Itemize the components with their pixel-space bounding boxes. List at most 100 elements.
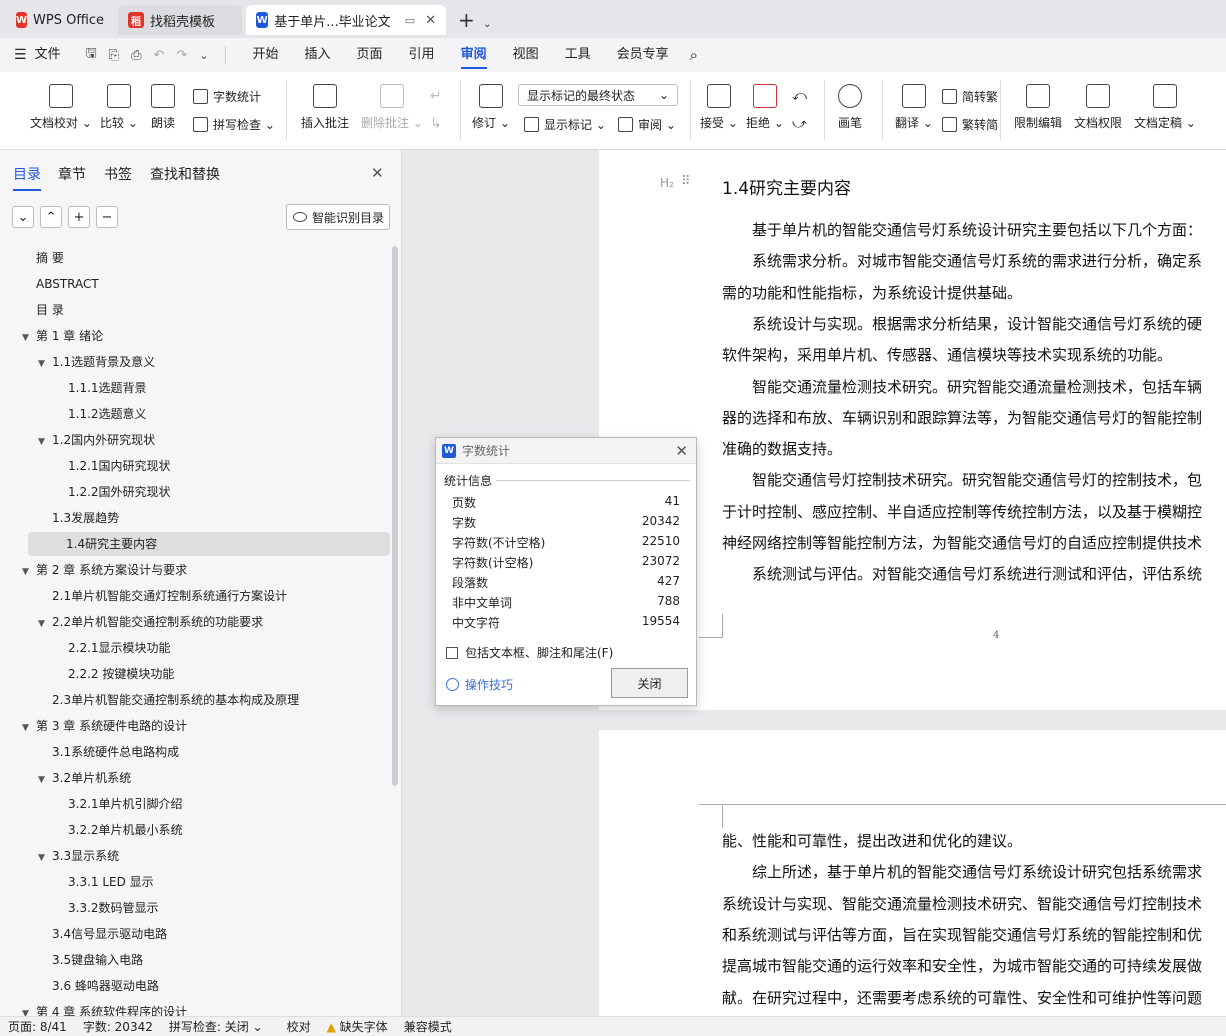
menu-home[interactable]: 开始 (240, 38, 292, 72)
menu-tools[interactable]: 工具 (552, 38, 604, 72)
review-pane-button[interactable]: 审阅 ⌄ (618, 116, 676, 133)
export-icon[interactable]: ⎘ (109, 48, 119, 63)
toc-item[interactable]: 2.1单片机智能交通灯控制系统通行方案设计 (38, 584, 287, 608)
add-heading-button[interactable]: + (68, 206, 90, 228)
insert-comment-button[interactable]: 插入批注 (301, 84, 349, 131)
doc-permission-button[interactable]: 文档权限 (1074, 84, 1122, 131)
toc-item[interactable]: ▼ 1.2国内外研究现状 (38, 428, 155, 452)
chevron-down-icon[interactable]: ⌄ (199, 49, 208, 62)
menu-view[interactable]: 视图 (500, 38, 552, 72)
smart-toc-button[interactable]: 智能识别目录 (286, 204, 390, 230)
previous-change-icon[interactable]: ⤺ (792, 88, 807, 104)
tab-docer-templates[interactable]: 稻 找稻壳模板 (118, 5, 242, 35)
toc-item[interactable]: 2.2.2 按键模块功能 (54, 662, 174, 686)
toc-item[interactable]: ▼ 3.3显示系统 (38, 844, 119, 868)
tab-toc[interactable]: 目录 (13, 164, 41, 191)
next-comment-icon[interactable]: ↳ (430, 116, 442, 132)
checkbox-box[interactable] (446, 646, 458, 659)
toc-item[interactable]: 1.3发展趋势 (38, 506, 119, 530)
toc-item[interactable]: 3.4信号显示驱动电路 (38, 922, 167, 946)
toc-item[interactable]: 摘 要 (22, 246, 64, 270)
toc-item[interactable]: ABSTRACT (22, 272, 99, 296)
toc-item[interactable]: 目 录 (22, 298, 64, 322)
tab-chapters[interactable]: 章节 (58, 164, 86, 184)
previous-comment-icon[interactable]: ↵ (430, 88, 442, 104)
chevron-down-icon[interactable]: ▼ (22, 326, 36, 350)
chevron-down-icon[interactable]: ▼ (22, 560, 36, 584)
toc-item[interactable]: 3.3.1 LED 显示 (54, 870, 154, 894)
tab-find-replace[interactable]: 查找和替换 (150, 164, 220, 184)
undo-icon[interactable]: ↶ (153, 48, 164, 63)
chevron-down-icon[interactable]: ▼ (38, 846, 52, 870)
toc-item[interactable]: 1.2.1国内研究现状 (54, 454, 171, 478)
toc-item[interactable]: 1.4研究主要内容 (28, 532, 390, 556)
toc-item[interactable]: ▼ 第 4 章 系统软件程序的设计 (22, 1000, 187, 1016)
tips-link[interactable]: 操作技巧 (446, 676, 513, 693)
save-icon[interactable]: 🖫 (86, 44, 97, 66)
toc-item[interactable]: ▼ 1.1选题背景及意义 (38, 350, 155, 374)
toc-item[interactable]: ▼ 第 2 章 系统方案设计与要求 (22, 558, 187, 582)
translate-button[interactable]: 翻译 ⌄ (895, 84, 933, 131)
remove-heading-button[interactable]: − (96, 206, 118, 228)
new-tab-button[interactable]: + ⌄ (458, 8, 492, 32)
toc-item[interactable]: 3.1系统硬件总电路构成 (38, 740, 179, 764)
doc-check-button[interactable]: 文档校对 ⌄ (30, 84, 92, 131)
toc-item[interactable]: 1.2.2国外研究现状 (54, 480, 171, 504)
toc-item[interactable]: ▼ 第 1 章 绪论 (22, 324, 103, 348)
reject-button[interactable]: 拒绝 ⌄ (746, 84, 784, 131)
compare-button[interactable]: 比较 ⌄ (100, 84, 138, 131)
menu-member[interactable]: 会员专享 (604, 38, 682, 72)
tab-bookmarks[interactable]: 书签 (104, 164, 132, 184)
drag-handle-icon[interactable]: ⠿ (681, 174, 691, 189)
chevron-down-icon[interactable]: ▼ (22, 1002, 36, 1016)
window-restore-icon[interactable]: ▭ (405, 14, 415, 27)
toc-item[interactable]: 3.2.2单片机最小系统 (54, 818, 183, 842)
redo-icon[interactable]: ↷ (176, 48, 187, 63)
toc-item[interactable]: ▼ 3.2单片机系统 (38, 766, 131, 790)
brush-button[interactable]: 画笔 (838, 84, 862, 131)
proofread-status[interactable]: 校对 (279, 1018, 319, 1035)
show-markup-button[interactable]: 显示标记 ⌄ (524, 116, 606, 133)
word-count-indicator[interactable]: 字数: 20342 (75, 1018, 161, 1035)
read-aloud-button[interactable]: 朗读 (151, 84, 175, 131)
traditional-to-simplified-button[interactable]: 繁转简 (942, 116, 998, 133)
menu-page[interactable]: 页面 (344, 38, 396, 72)
tab-wps-office[interactable]: W WPS Office (6, 5, 114, 35)
toc-item[interactable]: ▼ 2.2单片机智能交通控制系统的功能要求 (38, 610, 263, 634)
revise-button[interactable]: 修订 ⌄ (472, 84, 510, 131)
tab-document[interactable]: W 基于单片...毕业论文 ▭ ✕ (246, 5, 446, 35)
chevron-down-icon[interactable]: ▼ (22, 716, 36, 740)
restrict-edit-button[interactable]: 限制编辑 (1014, 84, 1062, 131)
menu-insert[interactable]: 插入 (292, 38, 344, 72)
spell-check-button[interactable]: 拼写检查 ⌄ (193, 116, 275, 133)
include-textbox-checkbox[interactable]: 包括文本框、脚注和尾注(F) (446, 644, 613, 661)
toc-item[interactable]: 3.6 蜂鸣器驱动电路 (38, 974, 159, 998)
chevron-down-icon[interactable]: ▼ (38, 768, 52, 792)
toc-item[interactable]: ▼ 第 3 章 系统硬件电路的设计 (22, 714, 187, 738)
simplified-to-traditional-button[interactable]: 简转繁 (942, 88, 998, 105)
hamburger-icon[interactable]: ☰ (14, 47, 27, 63)
toc-item[interactable]: 1.1.1选题背景 (54, 376, 147, 400)
toc-item[interactable]: 3.2.1单片机引脚介绍 (54, 792, 183, 816)
next-change-icon[interactable]: ⤻ (792, 116, 807, 132)
toc-item[interactable]: 3.3.2数码管显示 (54, 896, 159, 920)
spell-check-status[interactable]: 拼写检查: 关闭 ⌄ (161, 1018, 271, 1035)
word-count-button[interactable]: 字数统计 (193, 88, 261, 105)
close-tab-icon[interactable]: ✕ (425, 13, 436, 28)
toc-item[interactable]: 2.2.1显示模块功能 (54, 636, 171, 660)
menu-file[interactable]: 文件 (33, 38, 74, 72)
menu-reference[interactable]: 引用 (396, 38, 448, 72)
accept-button[interactable]: 接受 ⌄ (700, 84, 738, 131)
menu-review[interactable]: 审阅 (448, 38, 500, 72)
markup-state-select[interactable]: 显示标记的最终状态 ⌄ (518, 84, 678, 106)
delete-comment-button[interactable]: 删除批注 ⌄ (361, 84, 423, 131)
doc-finalize-button[interactable]: 文档定稿 ⌄ (1134, 84, 1196, 131)
page-indicator[interactable]: 页面: 8/41 (0, 1018, 75, 1035)
print-preview-icon[interactable]: ⎙ (131, 48, 141, 63)
dialog-title-bar[interactable]: W 字数统计 (436, 438, 696, 464)
close-pane-icon[interactable]: ✕ (371, 164, 384, 182)
chevron-down-icon[interactable]: ▼ (38, 352, 52, 376)
collapse-up-button[interactable]: ⌃ (40, 206, 62, 228)
toc-item[interactable]: 1.1.2选题意义 (54, 402, 147, 426)
toc-item[interactable]: 2.3单片机智能交通控制系统的基本构成及原理 (38, 688, 299, 712)
